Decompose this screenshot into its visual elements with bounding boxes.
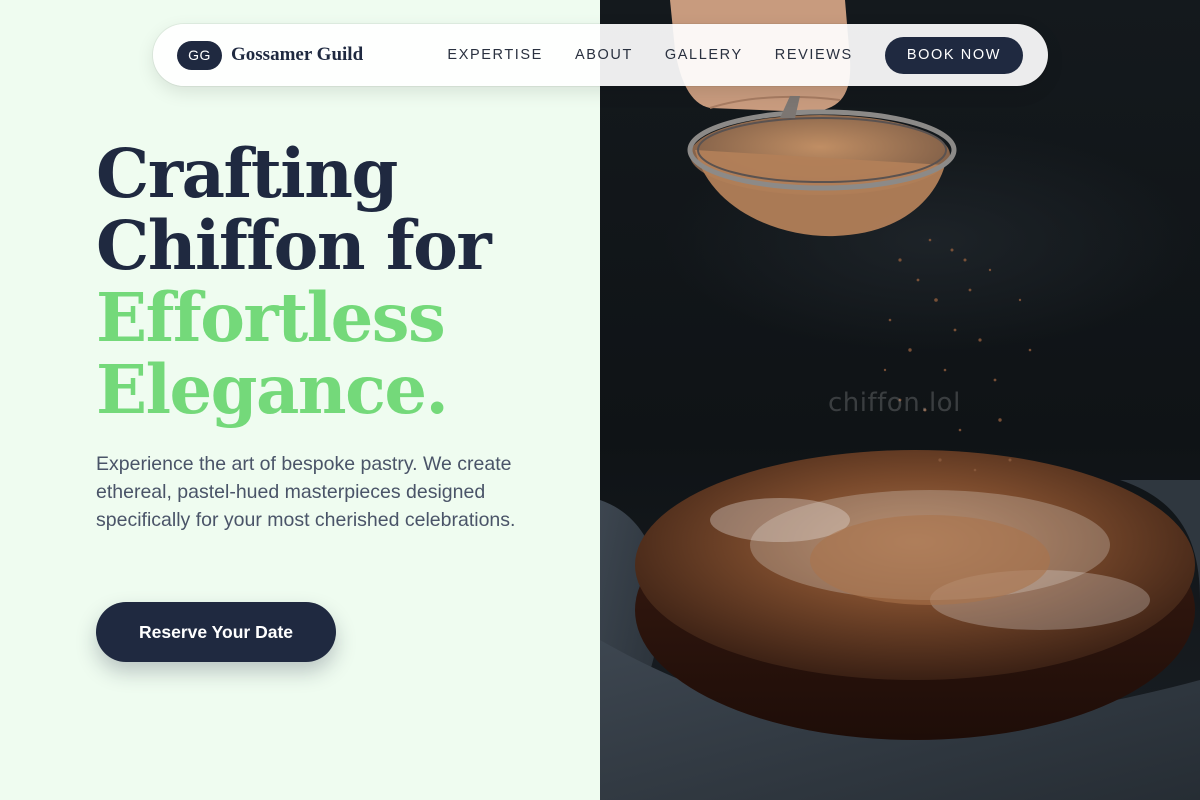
nav-link-gallery[interactable]: GALLERY	[665, 47, 743, 63]
reserve-date-button[interactable]: Reserve Your Date	[96, 602, 336, 662]
headline-line-1: Crafting	[96, 134, 398, 213]
watermark-text: chiffon.lol	[828, 388, 961, 418]
headline-line-3: Effortless	[96, 278, 446, 357]
hero-headline: Crafting Chiffon for Effortless Elegance…	[96, 134, 492, 429]
hero-description: Experience the art of bespoke pastry. We…	[96, 453, 516, 531]
book-now-button[interactable]: BOOK NOW	[884, 36, 1023, 74]
nav-link-about[interactable]: ABOUT	[575, 47, 633, 63]
nav-links: EXPERTISE ABOUT GALLERY REVIEWS BOOK NOW	[447, 36, 1023, 74]
brand[interactable]: GG Gossamer Guild	[177, 40, 364, 70]
headline-line-2: Chiffon for	[96, 206, 492, 285]
top-navigation: GG Gossamer Guild EXPERTISE ABOUT GALLER…	[153, 24, 1048, 86]
headline-line-4: Elegance.	[96, 350, 449, 429]
brand-name: Gossamer Guild	[231, 44, 364, 65]
nav-link-reviews[interactable]: REVIEWS	[775, 47, 853, 63]
nav-link-expertise[interactable]: EXPERTISE	[447, 47, 543, 63]
brand-logo-badge: GG	[177, 40, 222, 70]
